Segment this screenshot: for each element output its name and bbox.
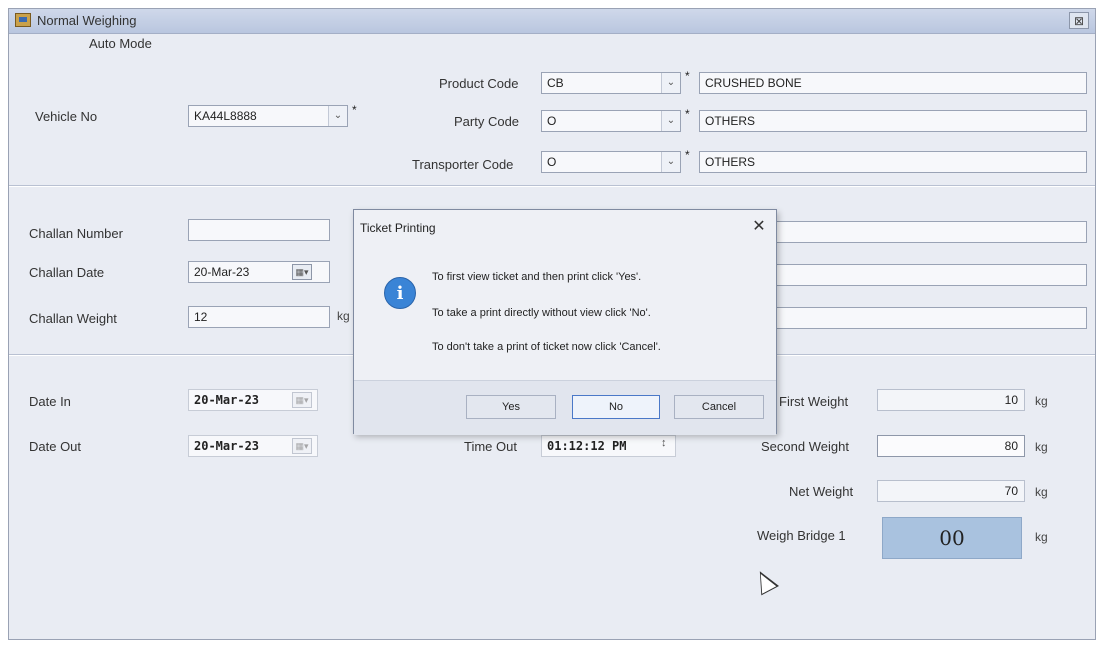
party-code-label: Party Code: [454, 114, 520, 129]
required-mark: *: [685, 148, 690, 162]
product-code-combo[interactable]: CB ⌄: [541, 72, 681, 94]
challan-weight-label: Challan Weight: [29, 311, 117, 326]
vehicle-no-value: KA44L8888: [194, 109, 257, 123]
window-close-button[interactable]: ⊠: [1069, 12, 1089, 29]
dialog-message-line-2: To take a print directly without view cl…: [432, 307, 651, 319]
net-weight-label: Net Weight: [789, 484, 854, 499]
time-out-label: Time Out: [464, 439, 517, 454]
dialog-message-line-1: To first view ticket and then print clic…: [432, 271, 642, 283]
challan-date-value: 20-Mar-23: [194, 265, 250, 279]
net-weight-unit: kg: [1035, 485, 1048, 499]
required-mark: *: [685, 107, 690, 121]
date-out-label: Date Out: [29, 439, 82, 454]
party-code-value: O: [547, 114, 557, 128]
vehicle-no-combo[interactable]: KA44L8888 ⌄: [188, 105, 348, 127]
second-weight-field[interactable]: 80: [877, 435, 1025, 457]
transporter-code-label: Transporter Code: [412, 157, 514, 172]
app-icon: [15, 13, 31, 27]
no-button[interactable]: No: [572, 395, 660, 419]
weigh-bridge-label: Weigh Bridge 1: [757, 528, 846, 543]
second-weight-label: Second Weight: [761, 439, 849, 454]
party-description-field: OTHERS: [699, 110, 1087, 132]
chevron-down-icon[interactable]: ⌄: [661, 152, 680, 172]
chevron-down-icon[interactable]: ⌄: [661, 73, 680, 93]
transporter-code-combo[interactable]: O ⌄: [541, 151, 681, 173]
product-code-value: CB: [547, 76, 564, 90]
transporter-code-value: O: [547, 155, 557, 169]
title-bar: Normal Weighing ⊠: [9, 9, 1095, 34]
dialog-title: Ticket Printing: [360, 221, 436, 235]
window-title: Normal Weighing: [37, 13, 137, 28]
auto-mode-label: Auto Mode: [89, 36, 152, 51]
normal-weighing-window: Normal Weighing ⊠ Auto Mode Vehicle No K…: [8, 8, 1096, 640]
weigh-bridge-display: 00: [882, 517, 1022, 559]
yes-button[interactable]: Yes: [466, 395, 556, 419]
required-mark: *: [352, 103, 357, 117]
challan-extra-field-1[interactable]: [769, 221, 1087, 243]
required-mark: *: [685, 69, 690, 83]
chevron-down-icon[interactable]: ⌄: [661, 111, 680, 131]
cancel-button[interactable]: Cancel: [674, 395, 764, 419]
challan-extra-field-3[interactable]: [769, 307, 1087, 329]
first-weight-field: 10: [877, 389, 1025, 411]
date-in-label: Date In: [29, 394, 71, 409]
net-weight-field: 70: [877, 480, 1025, 502]
challan-weight-input[interactable]: 12: [188, 306, 330, 328]
transporter-description-field: OTHERS: [699, 151, 1087, 173]
chevron-down-icon[interactable]: ⌄: [328, 106, 347, 126]
challan-weight-unit: kg: [337, 309, 350, 323]
product-description-field: CRUSHED BONE: [699, 72, 1087, 94]
first-weight-unit: kg: [1035, 394, 1048, 408]
challan-extra-field-2[interactable]: [769, 264, 1087, 286]
vehicle-no-label: Vehicle No: [35, 109, 98, 124]
challan-number-input[interactable]: [188, 219, 330, 241]
calendar-icon[interactable]: ▦▾: [292, 264, 312, 280]
challan-number-label: Challan Number: [29, 226, 123, 241]
weigh-bridge-unit: kg: [1035, 530, 1048, 544]
spinner-icon[interactable]: ↕: [661, 437, 667, 449]
first-weight-label: First Weight: [779, 394, 849, 409]
ticket-printing-dialog: Ticket Printing ✕ i To first view ticket…: [353, 209, 777, 435]
challan-date-label: Challan Date: [29, 265, 105, 280]
time-out-field[interactable]: 01:12:12 PM: [541, 435, 676, 457]
dialog-button-bar: Yes No Cancel: [354, 380, 776, 435]
dialog-message-line-3: To don't take a print of ticket now clic…: [432, 341, 661, 353]
info-icon: i: [384, 277, 416, 309]
party-code-combo[interactable]: O ⌄: [541, 110, 681, 132]
product-code-label: Product Code: [439, 76, 519, 91]
calendar-icon[interactable]: ▦▾: [292, 438, 312, 454]
section-divider: [9, 185, 1095, 187]
second-weight-unit: kg: [1035, 440, 1048, 454]
dialog-close-icon[interactable]: ✕: [750, 218, 768, 236]
challan-weight-value: 12: [194, 310, 208, 324]
calendar-icon[interactable]: ▦▾: [292, 392, 312, 408]
